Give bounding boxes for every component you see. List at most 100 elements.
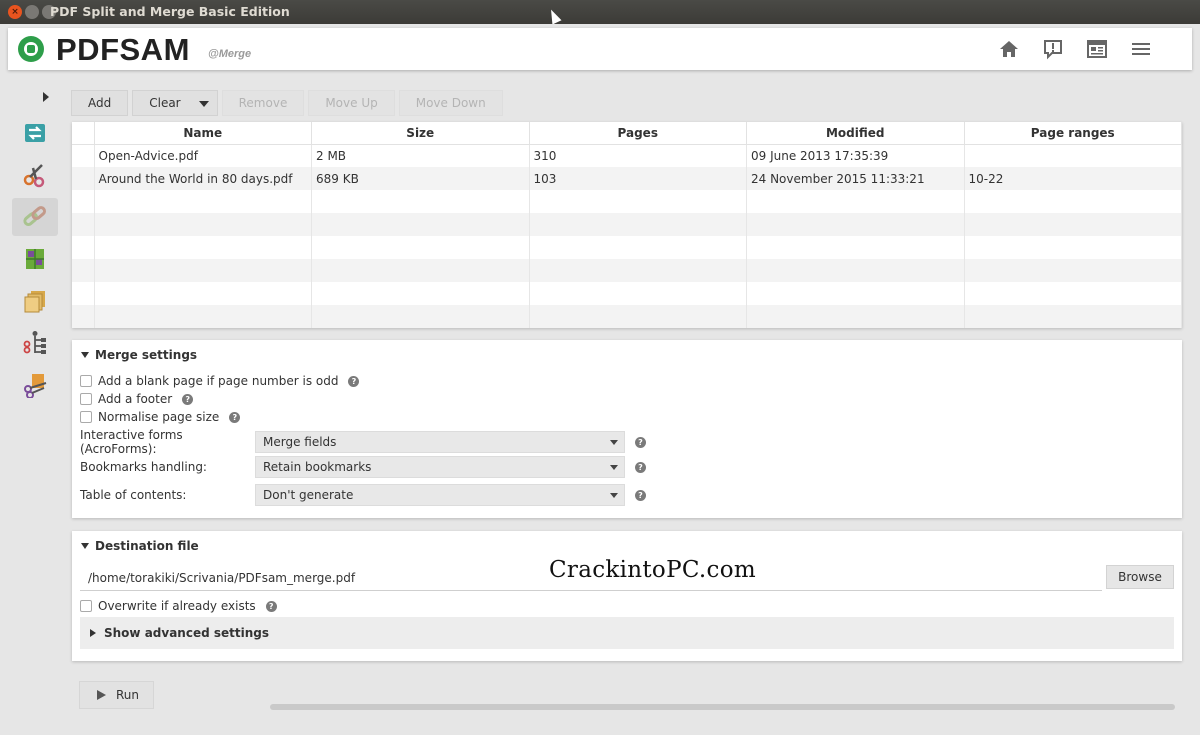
chevron-down-icon [610, 493, 618, 498]
app-header: PDFSAM @Merge [8, 28, 1192, 70]
help-icon[interactable]: ? [182, 393, 194, 405]
overwrite-label: Overwrite if already exists [98, 599, 256, 613]
rotate-icon[interactable] [12, 282, 58, 320]
merge-icon[interactable] [12, 198, 58, 236]
menu-icon[interactable] [1130, 38, 1152, 60]
footer-option: Add a footer ? [80, 392, 194, 406]
overwrite-option: Overwrite if already exists ? [80, 599, 277, 613]
advanced-settings-toggle[interactable]: Show advanced settings [80, 617, 1174, 649]
header-icons [998, 38, 1152, 60]
run-button[interactable]: Run [79, 681, 154, 709]
app-window: PDFSAM @Merge Add Clear Remove Move Up M… [0, 24, 1200, 735]
blank-page-checkbox[interactable] [80, 375, 92, 387]
chevron-down-icon [610, 465, 618, 470]
clear-button-label: Clear [149, 96, 181, 110]
blank-page-label: Add a blank page if page number is odd [98, 374, 339, 388]
home-icon[interactable] [998, 38, 1020, 60]
bookmarks-row: Bookmarks handling: Retain bookmarks ? [80, 456, 646, 478]
close-window-button[interactable]: × [8, 5, 22, 19]
help-icon[interactable]: ? [635, 436, 646, 448]
column-header-size[interactable]: Size [311, 122, 530, 145]
merge-settings-title: Merge settings [95, 348, 198, 362]
browse-button[interactable]: Browse [1106, 565, 1174, 589]
collapse-icon [81, 352, 89, 358]
help-icon[interactable]: ? [265, 600, 277, 612]
empty-table-row [72, 282, 1182, 305]
collapse-icon [81, 543, 89, 549]
pdfsam-logo-icon [18, 36, 44, 62]
toc-value: Don't generate [263, 488, 354, 502]
column-header-name[interactable]: Name [94, 122, 312, 145]
extract-pages-icon[interactable] [12, 240, 58, 278]
file-modified-cell: 24 November 2015 11:33:21 [746, 167, 965, 190]
blank-page-option: Add a blank page if page number is odd ? [80, 374, 360, 388]
acroforms-select[interactable]: Merge fields [255, 431, 625, 453]
bookmarks-label: Bookmarks handling: [80, 460, 207, 474]
overwrite-checkbox[interactable] [80, 600, 92, 612]
move-up-button[interactable]: Move Up [308, 90, 395, 116]
progress-bar [270, 704, 1175, 710]
news-icon[interactable] [1086, 38, 1108, 60]
page-ranges-cell[interactable]: 10-22 [964, 167, 1182, 190]
column-header-modified[interactable]: Modified [746, 122, 965, 145]
footer-checkbox[interactable] [80, 393, 92, 405]
help-icon[interactable]: ? [635, 461, 646, 473]
merge-settings-header[interactable]: Merge settings [81, 348, 197, 362]
split-by-size-icon[interactable] [12, 366, 58, 404]
empty-table-row [72, 190, 1182, 213]
feedback-icon[interactable] [1042, 38, 1064, 60]
expand-icon [90, 629, 96, 637]
file-modified-cell: 09 June 2013 17:35:39 [746, 144, 965, 167]
window-controls: × [8, 5, 56, 19]
current-module-label: @Merge [208, 48, 252, 60]
help-icon[interactable]: ? [229, 411, 241, 423]
file-size-cell: 689 KB [311, 167, 530, 190]
file-toolbar: Add Clear Remove Move Up Move Down [71, 90, 503, 116]
chevron-down-icon[interactable] [198, 101, 209, 107]
bookmarks-select[interactable]: Retain bookmarks [255, 456, 625, 478]
advanced-settings-label: Show advanced settings [104, 626, 270, 640]
column-header-pages[interactable]: Pages [529, 122, 747, 145]
add-button[interactable]: Add [71, 90, 129, 116]
play-icon [97, 690, 106, 700]
split-icon[interactable] [12, 156, 58, 194]
footer-label: Add a footer [98, 392, 173, 406]
move-down-button[interactable]: Move Down [398, 90, 503, 116]
destination-title: Destination file [95, 539, 199, 553]
file-name-cell[interactable]: Open-Advice.pdf [94, 144, 312, 167]
toc-row: Table of contents: Don't generate ? [80, 484, 646, 506]
minimize-window-button[interactable] [25, 5, 39, 19]
app-brand: PDFSAM [56, 32, 190, 67]
toc-select[interactable]: Don't generate [255, 484, 625, 506]
row-number-cell [72, 167, 95, 190]
toc-label: Table of contents: [80, 488, 187, 502]
help-icon[interactable]: ? [635, 489, 646, 501]
split-by-bookmarks-icon[interactable] [12, 324, 58, 362]
row-number-cell [72, 144, 95, 167]
chevron-down-icon [610, 440, 618, 445]
files-table: Name Size Pages Modified Page ranges Ope… [72, 122, 1182, 328]
page-ranges-cell[interactable] [964, 144, 1182, 167]
destination-header[interactable]: Destination file [81, 539, 199, 553]
table-header-row: Name Size Pages Modified Page ranges [72, 122, 1182, 145]
file-size-cell: 2 MB [311, 144, 530, 167]
split-merge-icon[interactable] [12, 114, 58, 152]
table-row[interactable]: Open-Advice.pdf 2 MB 310 09 June 2013 17… [72, 144, 1182, 167]
empty-table-row [72, 236, 1182, 259]
file-name-cell[interactable]: Around the World in 80 days.pdf [94, 167, 312, 190]
help-icon[interactable]: ? [348, 375, 360, 387]
remove-button[interactable]: Remove [221, 90, 305, 116]
run-label: Run [116, 688, 140, 702]
file-pages-cell: 103 [529, 167, 747, 190]
destination-panel: Destination file /home/torakiki/Scrivani… [72, 531, 1182, 661]
window-title: PDF Split and Merge Basic Edition [50, 4, 290, 19]
clear-button[interactable]: Clear [132, 90, 218, 116]
expand-sidebar-icon[interactable] [43, 92, 49, 102]
table-row[interactable]: Around the World in 80 days.pdf 689 KB 1… [72, 167, 1182, 190]
column-header-page-ranges[interactable]: Page ranges [964, 122, 1182, 145]
acroforms-row: Interactive forms (AcroForms): Merge fie… [80, 428, 646, 456]
empty-table-row [72, 259, 1182, 282]
acroforms-label: Interactive forms (AcroForms): [80, 428, 183, 456]
empty-table-row [72, 305, 1182, 328]
normalise-checkbox[interactable] [80, 411, 92, 423]
